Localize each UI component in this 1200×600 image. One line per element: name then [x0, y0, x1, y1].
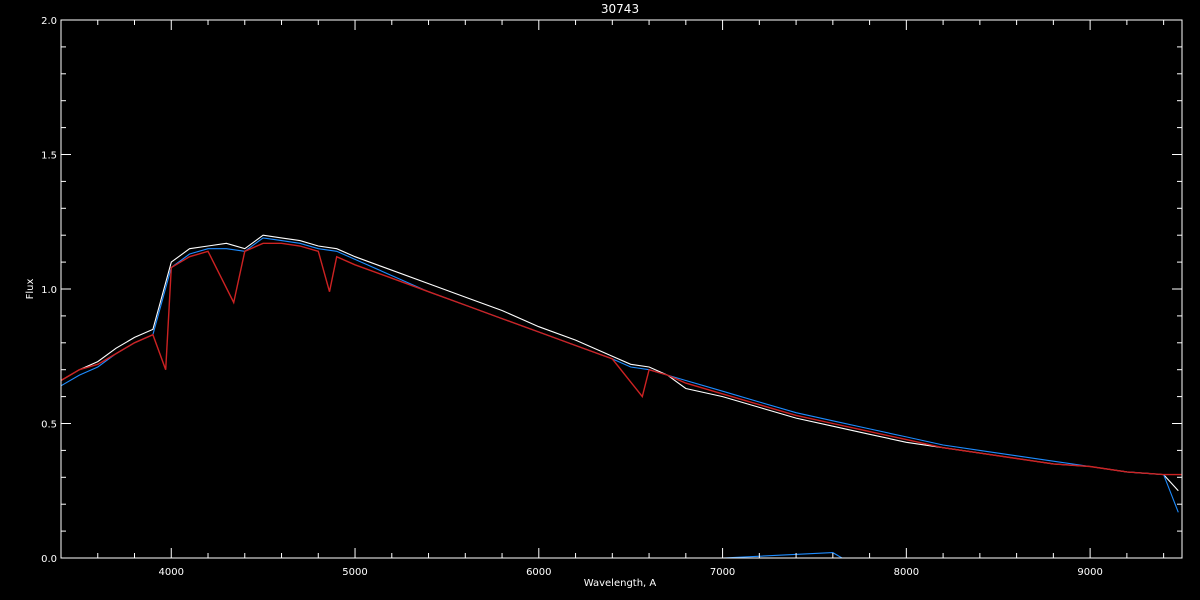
x-tick-label: 4000 — [159, 567, 184, 578]
plot-background — [0, 0, 1200, 600]
x-tick-label: 9000 — [1077, 567, 1102, 578]
x-tick-label: 7000 — [710, 567, 735, 578]
y-axis-title: Flux — [25, 279, 36, 300]
y-tick-label: 0.0 — [41, 554, 57, 565]
y-tick-label: 2.0 — [41, 16, 57, 27]
y-tick-label: 0.5 — [41, 420, 57, 431]
x-axis-title: Wavelength, A — [584, 578, 657, 589]
spectrum-chart: 30743 4000 5000 6000 7000 8000 9000 0.0 0.5 1.0… — [0, 0, 1200, 600]
x-tick-label: 5000 — [342, 567, 367, 578]
x-tick-label: 6000 — [526, 567, 551, 578]
y-tick-label: 1.5 — [41, 151, 57, 162]
chart-title: 30743 — [601, 2, 639, 16]
y-tick-label: 1.0 — [41, 285, 57, 296]
x-tick-label: 8000 — [894, 567, 919, 578]
